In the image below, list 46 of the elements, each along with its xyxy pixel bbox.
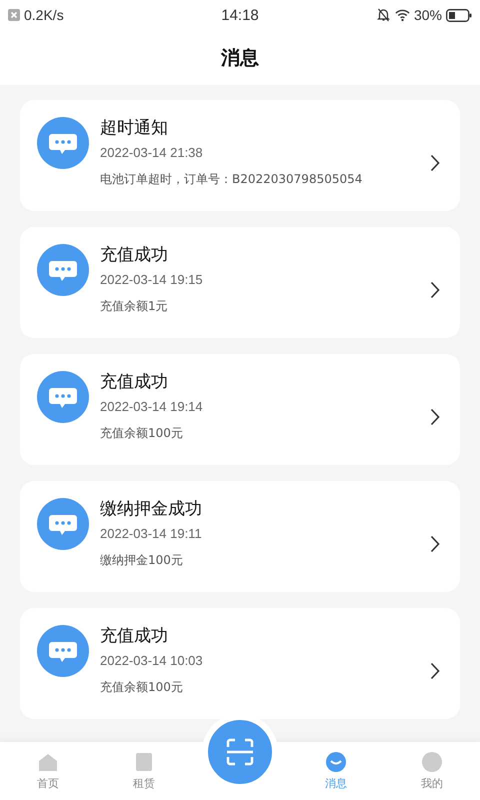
message-time: 2022-03-14 19:14: [100, 399, 204, 415]
data-off-icon: [8, 9, 20, 21]
tab-icon: [37, 751, 59, 773]
chevron-right-icon: [430, 662, 440, 680]
message-card[interactable]: 充值成功 2022-03-14 19:14 充值余额100元: [20, 354, 460, 465]
message-body: 电池订单超时，订单号：B2022030798505054: [100, 171, 364, 187]
scan-icon: [225, 737, 255, 767]
message-body: 充值余额1元: [100, 298, 169, 314]
tab-item[interactable]: 首页: [0, 751, 96, 791]
chevron-right-icon: [430, 535, 440, 553]
message-title: 缴纳押金成功: [100, 498, 203, 520]
chevron-right-icon: [430, 154, 440, 172]
message-title: 超时通知: [100, 117, 169, 139]
message-time: 2022-03-14 10:03: [100, 653, 204, 669]
chevron-right-icon: [430, 408, 440, 426]
battery-percent: 30%: [414, 7, 442, 23]
bell-muted-icon: [376, 8, 391, 22]
message-title: 充值成功: [100, 244, 169, 266]
battery-icon: [446, 8, 472, 22]
chevron-right-icon: [430, 281, 440, 299]
message-title: 充值成功: [100, 625, 169, 647]
message-body: 缴纳押金100元: [100, 552, 184, 568]
message-title: 充值成功: [100, 371, 169, 393]
tab-item[interactable]: 我的: [384, 751, 480, 791]
chat-bubble-icon: [37, 117, 89, 169]
wifi-icon: [394, 8, 410, 22]
message-card[interactable]: 充值成功 2022-03-14 10:03 充值余额100元: [20, 608, 460, 719]
message-body: 充值余额100元: [100, 679, 184, 695]
chat-bubble-icon: [37, 371, 89, 423]
message-time: 2022-03-14 21:38: [100, 145, 204, 161]
chat-bubble-icon: [37, 498, 89, 550]
network-speed: 0.2K/s: [24, 7, 64, 23]
message-body: 充值余额100元: [100, 425, 184, 441]
chat-bubble-icon: [37, 244, 89, 296]
tab-icon: [133, 751, 155, 773]
message-card[interactable]: 超时通知 2022-03-14 21:38 电池订单超时，订单号：B2022030798505054: [20, 100, 460, 211]
tab-item[interactable]: 租赁: [96, 751, 192, 791]
chat-bubble-icon: [37, 625, 89, 677]
message-time: 2022-03-14 19:11: [100, 526, 203, 542]
tab-icon: [421, 751, 443, 773]
message-card[interactable]: 充值成功 2022-03-14 19:15 充值余额1元: [20, 227, 460, 338]
message-card[interactable]: 缴纳押金成功 2022-03-14 19:11 缴纳押金100元: [20, 481, 460, 592]
tab-icon: [325, 751, 347, 773]
page-title: 消息: [221, 46, 259, 70]
status-time: 14:18: [221, 6, 259, 24]
message-time: 2022-03-14 19:15: [100, 272, 204, 288]
